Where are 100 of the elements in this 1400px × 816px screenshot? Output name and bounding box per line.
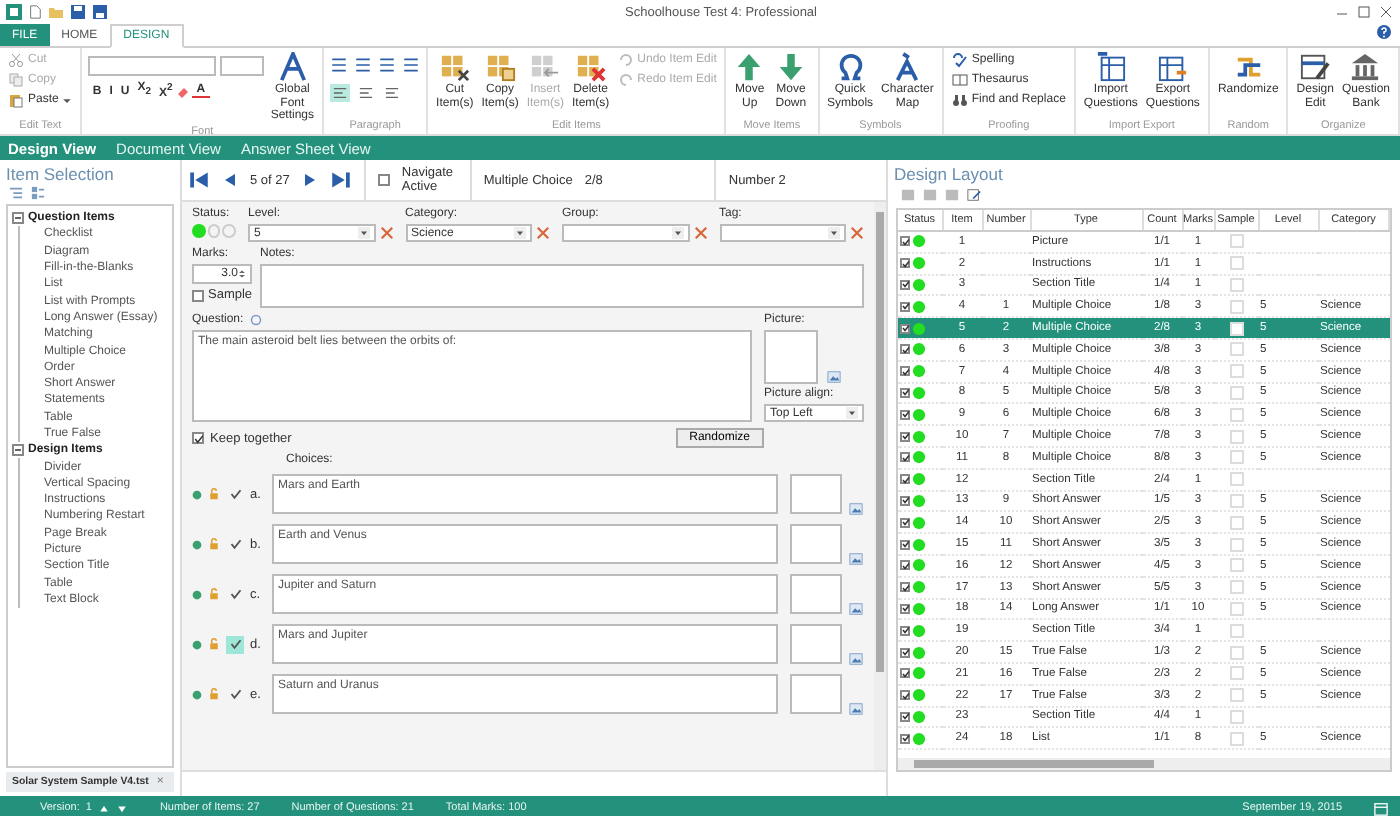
status-dot-icon (912, 493, 926, 508)
scrollbar[interactable] (874, 202, 886, 770)
correct-toggle[interactable] (226, 485, 244, 503)
collapse-all-icon (8, 186, 24, 200)
picture-box[interactable] (790, 574, 842, 614)
checkbox[interactable] (377, 174, 390, 186)
status-dot-icon (912, 623, 926, 638)
checkbox[interactable] (192, 289, 204, 301)
status-dot-icon (912, 645, 926, 660)
checkbox[interactable] (900, 582, 910, 593)
check-icon (901, 280, 909, 289)
checkbox[interactable] (900, 647, 910, 658)
check-icon (901, 734, 909, 743)
checkbox[interactable] (900, 344, 910, 355)
checkbox[interactable] (900, 733, 910, 744)
check-icon (901, 561, 909, 570)
status-dot-icon (912, 342, 926, 357)
dropdown-icon (357, 226, 369, 240)
undo-icon (617, 52, 634, 68)
checkbox[interactable] (900, 539, 910, 550)
status-dot-icon (912, 364, 926, 379)
check-icon (229, 638, 241, 650)
checkbox[interactable] (900, 452, 910, 463)
check-icon (901, 712, 909, 721)
first-icon (188, 170, 210, 190)
image-icon (848, 502, 864, 516)
checkbox[interactable] (900, 301, 910, 312)
align-button[interactable] (330, 84, 351, 102)
checkbox[interactable] (900, 279, 910, 290)
checkbox[interactable] (900, 690, 910, 701)
scrollbar[interactable] (898, 758, 1390, 770)
checkbox[interactable] (900, 668, 910, 679)
checkbox[interactable] (900, 431, 910, 442)
dropdown-icon (514, 226, 526, 240)
correct-toggle[interactable] (226, 585, 244, 603)
checkbox[interactable] (900, 474, 910, 485)
tiles-cut-icon (439, 52, 470, 82)
check-icon (901, 475, 909, 484)
align-button[interactable] (382, 84, 403, 102)
status-dot-icon (912, 601, 926, 616)
checkbox[interactable] (900, 323, 910, 334)
calendar-icon (1374, 801, 1388, 815)
correct-toggle[interactable] (226, 535, 244, 553)
status-dot-icon (912, 731, 926, 746)
correct-toggle[interactable] (226, 685, 244, 703)
picture-box[interactable] (790, 474, 842, 514)
scissors-icon (8, 52, 24, 68)
dropdown-field[interactable] (719, 224, 846, 242)
checkbox[interactable] (900, 236, 910, 247)
check-icon (901, 259, 909, 268)
checkbox[interactable] (900, 517, 910, 528)
next-button[interactable] (301, 170, 318, 190)
notes-field[interactable] (260, 264, 864, 308)
picture-box[interactable] (790, 524, 842, 564)
expander[interactable] (12, 212, 24, 225)
checkbox[interactable] (900, 603, 910, 614)
picture-box[interactable] (764, 330, 818, 384)
status-dot-icon (192, 489, 202, 499)
checkbox[interactable] (900, 560, 910, 571)
book-icon (951, 72, 968, 88)
align-button[interactable] (356, 84, 377, 102)
list-icon (354, 56, 373, 74)
lock-icon (208, 638, 220, 650)
next-icon (301, 170, 318, 190)
checkbox[interactable] (900, 258, 910, 269)
redo-icon (617, 72, 634, 88)
font-size-field[interactable] (220, 56, 265, 76)
last-button[interactable] (329, 170, 352, 190)
correct-toggle[interactable] (226, 635, 244, 653)
checkbox[interactable] (900, 366, 910, 377)
status-dot-icon (912, 709, 926, 724)
shuffle-icon (1233, 52, 1264, 82)
checkbox[interactable] (900, 409, 910, 420)
status-dot-icon (192, 689, 202, 699)
table-export-icon (1157, 52, 1188, 82)
expand-all-icon (30, 186, 46, 200)
last-icon (329, 170, 352, 190)
minus-icon (14, 214, 22, 223)
picture-box[interactable] (790, 624, 842, 664)
check-icon (901, 237, 909, 246)
maximize-icon (1356, 4, 1372, 20)
clear-icon (693, 226, 707, 240)
first-button[interactable] (188, 170, 210, 190)
info-icon (249, 314, 262, 326)
status-dot-icon (912, 688, 926, 703)
expander[interactable] (12, 444, 24, 457)
arrow-up-icon (734, 52, 765, 82)
checkbox[interactable] (900, 711, 910, 722)
checkbox[interactable] (900, 625, 910, 636)
folder-icon (48, 4, 64, 20)
checkbox[interactable] (900, 387, 910, 398)
check-icon (229, 538, 241, 550)
accent-letter-icon (892, 52, 923, 82)
checkbox[interactable] (192, 432, 204, 444)
close-icon (1378, 4, 1394, 20)
font-name-field[interactable] (88, 56, 217, 76)
picture-box[interactable] (790, 674, 842, 714)
previous-button[interactable] (222, 170, 238, 190)
dropdown-field[interactable] (562, 224, 689, 242)
checkbox[interactable] (900, 495, 910, 506)
